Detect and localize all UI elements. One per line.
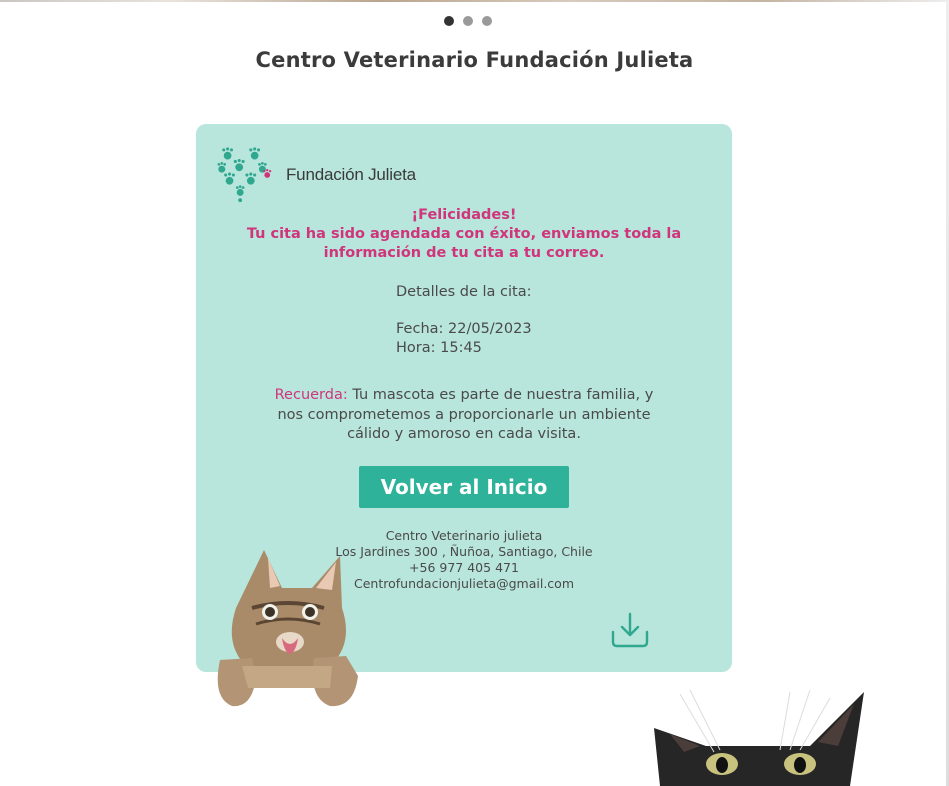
congrats-line-2: Tu cita ha sido agendada con éxito, envi… [246,226,682,242]
appointment-details: Fecha: 22/05/2023 Hora: 15:45 [396,320,532,358]
congrats-line-1: ¡Felicidades! [411,207,517,223]
reminder-label: Recuerda: [274,387,348,403]
logo: Fundación Julieta [216,146,416,204]
top-image-strip [0,0,949,2]
contact-name: Centro Veterinario julieta [385,528,543,543]
carousel-dots [444,16,492,26]
black-cat-image [654,690,864,786]
download-icon[interactable] [609,610,651,650]
congrats-line-3: información de tu cita a tu correo. [323,245,605,261]
carousel-dot-1[interactable] [444,16,454,26]
carousel-dot-3[interactable] [482,16,492,26]
appointment-date: Fecha: 22/05/2023 [396,321,532,337]
appointment-time: Hora: 15:45 [396,340,482,356]
paw-heart-logo-icon [217,147,272,203]
reminder-line-2: nos comprometemos a proporcionarle un am… [277,406,651,423]
page-title: Centro Veterinario Fundación Julieta [255,48,694,72]
logo-text: Fundación Julieta [286,165,416,184]
reminder-line-1: Tu mascota es parte de nuestra familia, … [347,387,654,403]
success-message: ¡Felicidades! Tu cita ha sido agendada c… [226,206,702,263]
carousel-dot-2[interactable] [463,16,473,26]
back-home-button[interactable]: Volver al Inicio [359,466,569,508]
reminder-text: Recuerda: Tu mascota es parte de nuestra… [256,386,672,445]
details-heading: Detalles de la cita: [396,284,532,300]
reminder-line-3: cálido y amoroso en cada visita. [347,426,581,442]
tabby-cat-image [217,550,358,707]
